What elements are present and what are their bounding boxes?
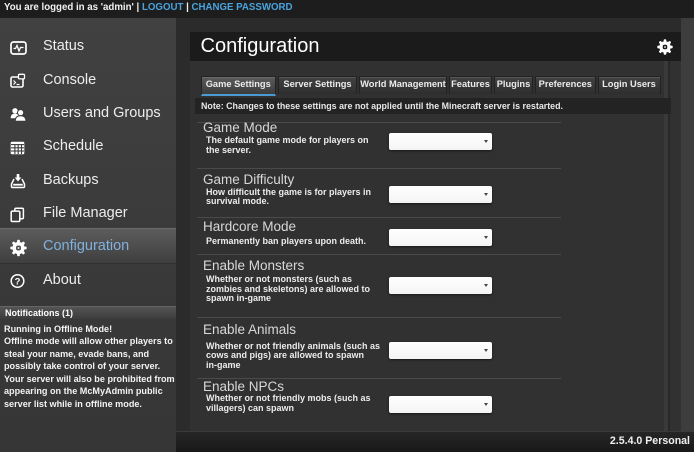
svg-text:?: ? — [15, 277, 21, 288]
